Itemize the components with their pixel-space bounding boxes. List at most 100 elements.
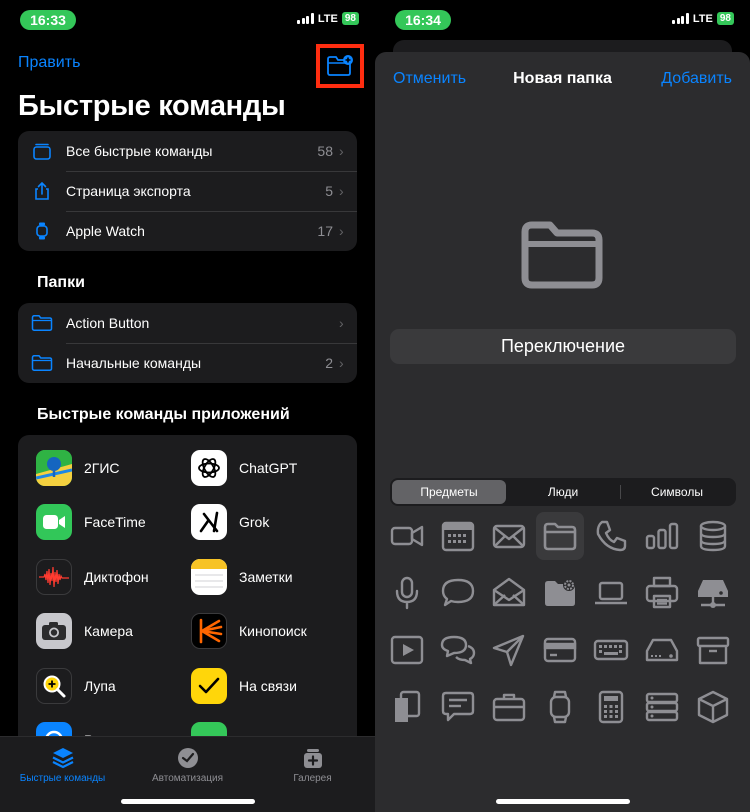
folder-name-input[interactable] (390, 329, 736, 364)
chevron-right-icon: › (339, 355, 344, 371)
app-item-voice-memos[interactable]: Диктофон (36, 559, 149, 595)
status-indicators: LTE 98 (297, 12, 359, 25)
app-item-grok[interactable]: Grok (191, 504, 269, 540)
app-label: На связи (239, 678, 297, 694)
row-label: Начальные команды (66, 355, 202, 371)
phone-icon[interactable] (587, 512, 635, 560)
folder-add-icon (327, 55, 353, 76)
edit-button[interactable]: Править (18, 54, 80, 72)
printer-icon[interactable] (638, 569, 686, 617)
app-shortcuts-header: Быстрые команды приложений (37, 406, 290, 423)
hard-drive-icon[interactable] (638, 626, 686, 674)
database-icon[interactable] (689, 512, 737, 560)
row-count: 17 (317, 223, 333, 239)
list-item-share-sheet[interactable]: Страница экспорта 5 › (18, 171, 357, 211)
row-label: Все быстрые команды (66, 143, 213, 159)
page-title: Быстрые команды (18, 90, 286, 122)
app-shortcuts-grid: 2ГИС ChatGPT FaceTime Grok Диктофон Заме… (18, 435, 357, 755)
chevron-right-icon: › (339, 223, 344, 239)
tab-bar: Быстрые команды Автоматизация Галерея (0, 736, 375, 812)
app-item-kinopoisk[interactable]: Кинопоиск (191, 613, 307, 649)
envelope-icon[interactable] (485, 512, 533, 560)
stack-icon (33, 143, 51, 160)
paper-plane-icon[interactable] (485, 626, 533, 674)
status-time: 16:33 (20, 10, 76, 30)
text-bubble-icon[interactable] (434, 683, 482, 731)
app-item-magnifier[interactable]: Лупа (36, 668, 116, 704)
add-button[interactable]: Добавить (661, 70, 732, 88)
voice-memos-icon (36, 559, 72, 595)
folders-header: Папки (37, 274, 85, 291)
server-icon[interactable] (638, 683, 686, 731)
chevron-right-icon: › (339, 143, 344, 159)
grok-icon (191, 504, 227, 540)
new-folder-button[interactable] (316, 44, 364, 88)
briefcase-icon[interactable] (485, 683, 533, 731)
layers-icon (52, 748, 73, 769)
icon-category-control: Предметы Люди Символы (390, 478, 736, 506)
app-item-camera[interactable]: Камера (36, 613, 133, 649)
chat-bubbles-icon[interactable] (434, 626, 482, 674)
list-item-apple-watch[interactable]: Apple Watch 17 › (18, 211, 357, 251)
2gis-icon (36, 450, 72, 486)
row-count: 5 (325, 183, 333, 199)
cube-icon[interactable] (689, 683, 737, 731)
app-item-2gis[interactable]: 2ГИС (36, 450, 120, 486)
calculator-icon[interactable] (587, 683, 635, 731)
row-label: Apple Watch (66, 223, 145, 239)
folder-icon (31, 315, 53, 331)
network-label: LTE (692, 12, 713, 25)
tab-gallery[interactable]: Галерея (250, 743, 375, 784)
app-label: FaceTime (84, 514, 146, 530)
watch-icon[interactable] (536, 683, 584, 731)
documents-icon[interactable] (383, 683, 431, 731)
home-indicator (120, 799, 255, 804)
calendar-icon[interactable] (434, 512, 482, 560)
microphone-icon[interactable] (383, 569, 431, 617)
chevron-right-icon: › (339, 183, 344, 199)
tab-label: Галерея (293, 773, 332, 784)
app-label: Камера (84, 623, 133, 639)
tab-label: Быстрые команды (19, 773, 106, 784)
tab-shortcuts[interactable]: Быстрые команды (0, 743, 125, 784)
status-time: 16:34 (395, 10, 451, 30)
app-item-notes[interactable]: Заметки (191, 559, 293, 595)
speech-bubble-icon[interactable] (434, 569, 482, 617)
cancel-button[interactable]: Отменить (393, 70, 466, 88)
magnifier-icon (36, 668, 72, 704)
network-drive-icon[interactable] (689, 569, 737, 617)
folder-icon[interactable] (536, 512, 584, 560)
envelope-open-icon[interactable] (485, 569, 533, 617)
credit-card-icon[interactable] (536, 626, 584, 674)
row-count: 58 (317, 143, 333, 159)
notes-icon (191, 559, 227, 595)
video-icon[interactable] (383, 512, 431, 560)
status-bar: 16:33 LTE 98 (0, 10, 375, 30)
battery-icon: 98 (341, 12, 359, 25)
list-item-folder-action-button[interactable]: Action Button › (18, 303, 357, 343)
app-item-chatgpt[interactable]: ChatGPT (191, 450, 297, 486)
laptop-icon[interactable] (587, 569, 635, 617)
status-bar: 16:34 LTE 98 (375, 10, 750, 30)
segment-people[interactable]: Люди (506, 480, 620, 504)
clock-check-icon (177, 748, 198, 768)
keyboard-icon[interactable] (587, 626, 635, 674)
segment-symbols[interactable]: Символы (620, 480, 734, 504)
app-item-facetime[interactable]: FaceTime (36, 504, 146, 540)
chart-bars-icon[interactable] (638, 512, 686, 560)
signal-icon (672, 13, 689, 24)
folder-gear-icon[interactable] (536, 569, 584, 617)
app-label: Лупа (84, 678, 116, 694)
app-item-na-svyazi[interactable]: На связи (191, 668, 297, 704)
app-label: Заметки (239, 569, 293, 585)
facetime-icon (36, 504, 72, 540)
tab-automation[interactable]: Автоматизация (125, 743, 250, 784)
archive-box-icon[interactable] (689, 626, 737, 674)
na-svyazi-icon (191, 668, 227, 704)
network-label: LTE (317, 12, 338, 25)
segment-items[interactable]: Предметы (392, 480, 506, 504)
play-rectangle-icon[interactable] (383, 626, 431, 674)
list-item-all-shortcuts[interactable]: Все быстрые команды 58 › (18, 131, 357, 171)
app-label: ChatGPT (239, 460, 298, 476)
list-item-folder-starter[interactable]: Начальные команды 2 › (18, 343, 357, 383)
